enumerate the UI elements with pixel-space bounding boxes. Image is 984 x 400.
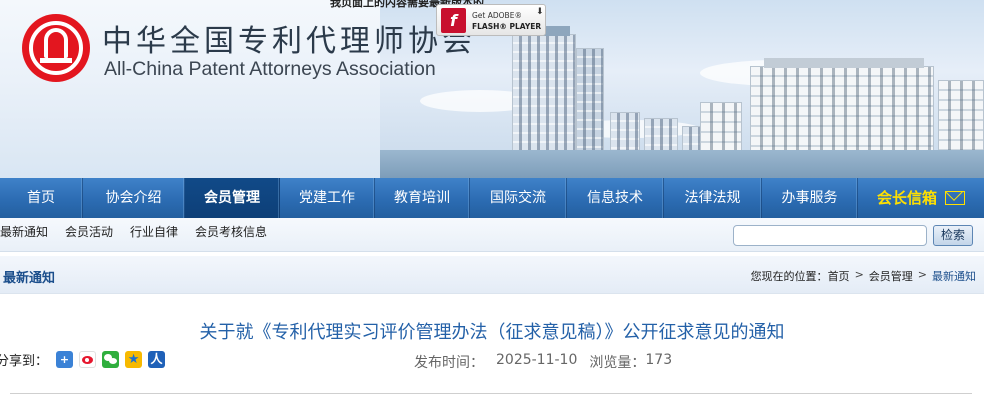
breadcrumb-prefix: 您现在的位置： xyxy=(750,270,828,283)
sub-nav-item-latest-notices[interactable]: 最新通知 xyxy=(0,223,48,240)
nav-item-label: 国际交流 xyxy=(490,190,546,206)
banner-building-roof xyxy=(764,58,924,68)
nav-item-international[interactable]: 国际交流 xyxy=(470,178,567,218)
search-button[interactable]: 检索 xyxy=(933,225,973,246)
share-bar: 分享到： + xyxy=(0,350,171,369)
views-count: 173 xyxy=(645,352,673,368)
nav-item-laws[interactable]: 法律法规 xyxy=(664,178,762,218)
download-arrow-icon: ⬇ xyxy=(536,7,544,17)
logo-arch xyxy=(44,28,68,58)
logo-base xyxy=(40,58,72,63)
nav-item-home[interactable]: 首页 xyxy=(0,178,83,218)
renren-icon[interactable] xyxy=(148,351,166,368)
article-meta: 发布时间： 2025-11-10 浏览量： 173 xyxy=(414,352,672,372)
wechat-icon[interactable] xyxy=(102,351,120,368)
share-label: 分享到： xyxy=(0,354,49,369)
sub-nav-item-member-assessment[interactable]: 会员考核信息 xyxy=(195,223,267,240)
sub-nav-links: 最新通知 会员活动 行业自律 会员考核信息 xyxy=(0,223,284,240)
breadcrumb-item-home[interactable]: 首页 xyxy=(828,268,850,284)
breadcrumb: 您现在的位置： 首页 > 会员管理 > 最新通知 xyxy=(751,268,976,284)
section-bar: 最新通知 您现在的位置： 首页 > 会员管理 > 最新通知 xyxy=(0,256,984,294)
content-divider xyxy=(10,393,972,394)
sub-nav-item-self-discipline[interactable]: 行业自律 xyxy=(130,223,178,240)
nav-item-label: 办事服务 xyxy=(781,190,838,206)
nav-item-party-building[interactable]: 党建工作 xyxy=(280,178,375,218)
article-title: 关于就《专利代理实习评价管理办法（征求意见稿）》公开征求意见的通知 xyxy=(199,322,785,343)
nav-item-label: 首页 xyxy=(27,190,55,206)
nav-item-services[interactable]: 办事服务 xyxy=(762,178,858,218)
publish-date: 2025-11-10 xyxy=(496,352,578,368)
sub-nav-item-member-activities[interactable]: 会员活动 xyxy=(65,223,113,240)
nav-item-label: 协会介绍 xyxy=(105,190,162,206)
nav-item-label: 会员管理 xyxy=(204,190,260,206)
main-nav: 首页 协会介绍 会员管理 党建工作 教育培训 国际交流 信息技术 法律法规 办事… xyxy=(0,178,984,218)
breadcrumb-separator: > xyxy=(917,268,927,281)
nav-item-label: 党建工作 xyxy=(299,190,355,206)
nav-item-it[interactable]: 信息技术 xyxy=(567,178,664,218)
qzone-icon[interactable] xyxy=(125,351,143,368)
nav-item-about[interactable]: 协会介绍 xyxy=(83,178,185,218)
nav-item-label: 法律法规 xyxy=(684,190,741,206)
site-title-en: All-China Patent Attorneys Association xyxy=(104,58,436,80)
nav-item-member-management[interactable]: 会员管理 xyxy=(185,178,280,218)
site-header: 我页面上的内容需要最新版本的 中华全国专利代理师协会 All-China Pat… xyxy=(0,0,984,178)
plus-icon[interactable]: + xyxy=(56,351,74,368)
nav-item-label: 会长信箱 xyxy=(876,189,937,207)
mail-icon xyxy=(945,191,965,205)
association-logo xyxy=(22,14,90,82)
get-flash-player-button[interactable]: f Get ADOBE® FLASH® PLAYER ⬇ xyxy=(436,4,546,36)
breadcrumb-item-member-management[interactable]: 会员管理 xyxy=(869,268,913,284)
site-title-cn: 中华全国专利代理师协会 xyxy=(102,24,476,59)
breadcrumb-item-latest-notices[interactable]: 最新通知 xyxy=(932,268,976,284)
publish-label: 发布时间： xyxy=(414,355,484,371)
flash-icon: f xyxy=(441,8,466,33)
search-input[interactable] xyxy=(733,225,927,246)
weibo-icon[interactable] xyxy=(79,351,97,368)
nav-item-education[interactable]: 教育培训 xyxy=(375,178,470,218)
nav-item-label: 信息技术 xyxy=(587,190,643,206)
nav-item-label: 教育培训 xyxy=(394,190,450,206)
flash-badge-line1: Get ADOBE® xyxy=(472,11,522,20)
section-title: 最新通知 xyxy=(3,271,56,286)
banner-ground xyxy=(380,150,984,178)
breadcrumb-separator: > xyxy=(854,268,864,281)
nav-item-president-mailbox[interactable]: 会长信箱 xyxy=(858,178,984,218)
page: 我页面上的内容需要最新版本的 中华全国专利代理师协会 All-China Pat… xyxy=(0,0,984,400)
flash-badge-line2: FLASH® PLAYER xyxy=(472,22,542,31)
views-label: 浏览量： xyxy=(589,355,646,371)
